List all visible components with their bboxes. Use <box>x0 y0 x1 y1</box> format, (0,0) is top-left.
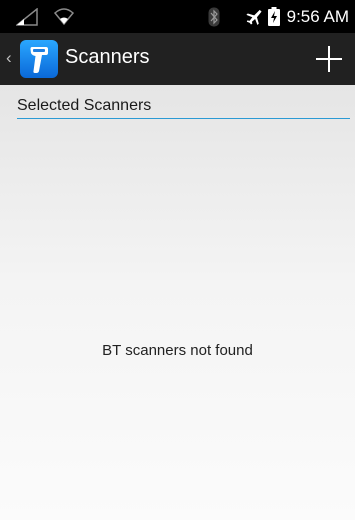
add-scanner-button[interactable] <box>311 41 347 77</box>
scanner-icon <box>30 47 48 73</box>
bluetooth-icon <box>208 7 220 32</box>
plus-icon <box>316 46 342 72</box>
section-header-selected-scanners: Selected Scanners <box>17 97 350 119</box>
signal-icon <box>14 7 38 31</box>
scanner-app-icon[interactable] <box>20 40 58 78</box>
action-bar: ‹ Scanners <box>0 33 355 85</box>
up-navigation-icon[interactable]: ‹ <box>6 48 12 68</box>
status-time: 9:56 AM <box>286 7 349 26</box>
battery-charging-icon <box>268 7 280 31</box>
airplane-mode-icon <box>245 8 263 31</box>
empty-state-message: BT scanners not found <box>102 342 253 359</box>
status-bar: 9:56 AM <box>0 0 355 33</box>
page-title: Scanners <box>65 46 150 68</box>
wifi-icon <box>53 7 75 30</box>
scanner-list-area: Selected Scanners BT scanners not found <box>0 85 355 520</box>
